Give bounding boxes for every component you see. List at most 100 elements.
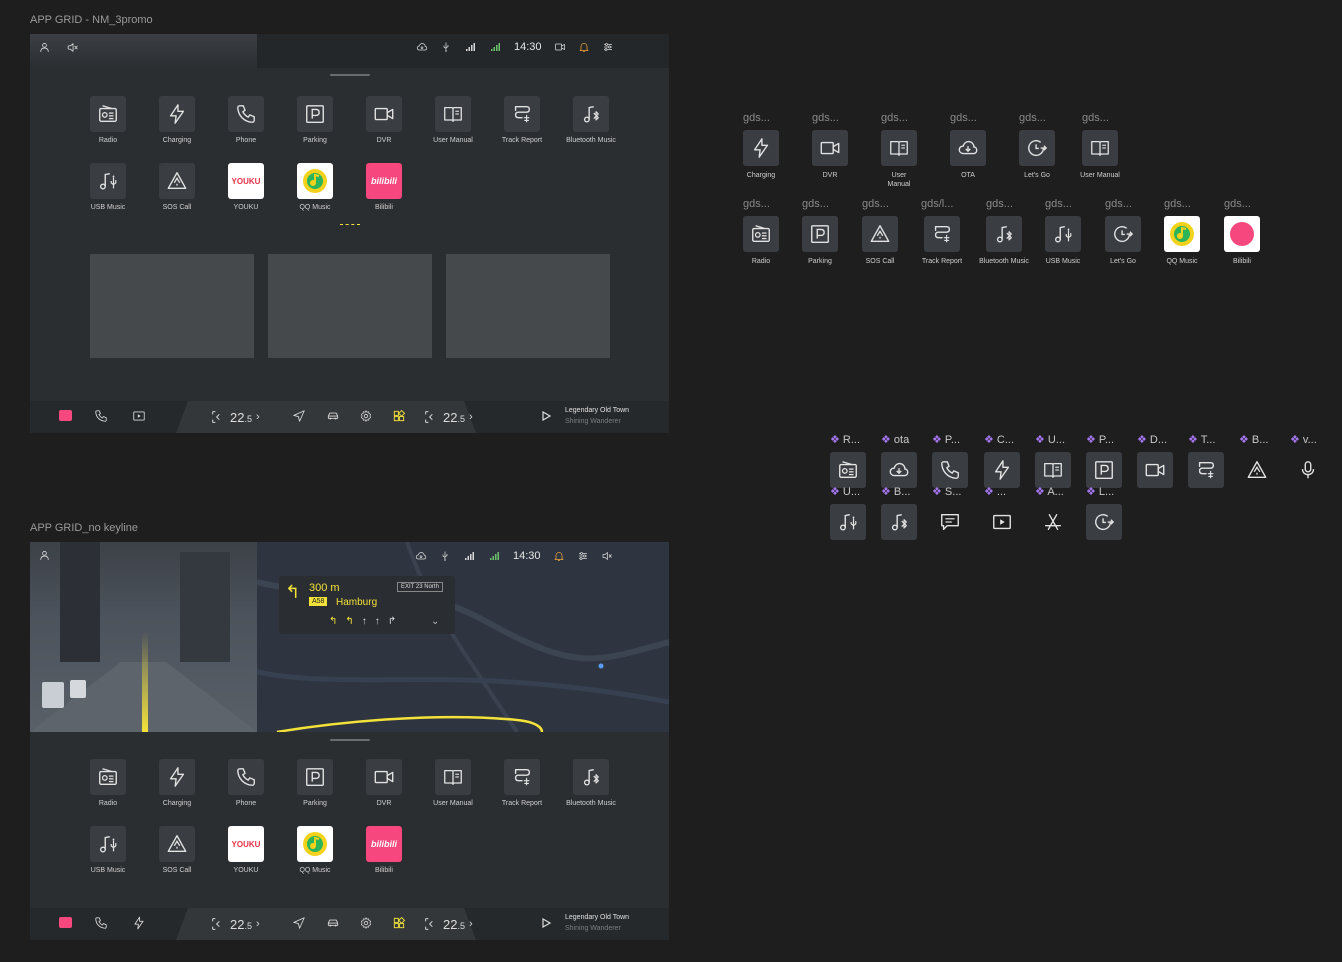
lib-app-bilibili[interactable]: Bilibili (1212, 216, 1272, 266)
lib-app-usb-music[interactable]: USB Music (1033, 216, 1093, 266)
cloud-download-icon[interactable] (881, 452, 917, 488)
notification-icon[interactable] (578, 41, 590, 53)
app-usb-music[interactable]: USB Music (78, 163, 138, 211)
drag-handle[interactable] (330, 739, 370, 741)
app-bilibili[interactable]: bilibili Bilibili (354, 826, 414, 874)
promo-card[interactable] (268, 254, 432, 358)
lib-app-user-manual[interactable]: User Manual (869, 130, 929, 189)
lib-app-charging[interactable]: Charging (731, 130, 791, 180)
promo-card[interactable] (446, 254, 610, 358)
app-track-report[interactable]: Track Report (492, 759, 552, 807)
app-dvr[interactable]: DVR (354, 96, 414, 144)
app-grid-icon[interactable] (392, 409, 406, 423)
app-user-manual[interactable]: User Manual (423, 759, 483, 807)
temp-right-control[interactable]: 22.5 › (423, 916, 473, 932)
video-icon[interactable] (1137, 452, 1173, 488)
app-parking[interactable]: Parking (285, 96, 345, 144)
app-track-report[interactable]: Track Report (492, 96, 552, 144)
phone-icon[interactable] (94, 409, 108, 423)
lib-app-sos-call[interactable]: SOS Call (850, 216, 910, 266)
app-label: Radio (751, 258, 771, 265)
lib-app-radio[interactable]: Radio (731, 216, 791, 266)
app-grid-icon[interactable] (392, 916, 406, 930)
app-store-icon[interactable] (1035, 504, 1071, 540)
book-icon[interactable] (1035, 452, 1071, 488)
settings-icon[interactable] (359, 409, 373, 423)
app-sos-call[interactable]: SOS Call (147, 163, 207, 211)
lib-app-user-manual[interactable]: User Manual (1070, 130, 1130, 180)
settings-sliders-icon[interactable] (602, 41, 614, 53)
lib-app-track-report[interactable]: Track Report (912, 216, 972, 266)
car-icon[interactable] (326, 916, 340, 930)
bilibili-mini-logo[interactable] (59, 917, 72, 928)
instance-label: gds... (862, 198, 889, 210)
settings-sliders-icon[interactable] (577, 550, 589, 562)
parking-icon[interactable] (1086, 452, 1122, 488)
volume-icon[interactable] (601, 550, 613, 562)
settings-icon[interactable] (359, 916, 373, 930)
mute-icon[interactable] (66, 41, 79, 54)
notification-icon[interactable] (553, 550, 565, 562)
app-dvr[interactable]: DVR (354, 759, 414, 807)
lib-app-lets-go[interactable]: Let's Go (1093, 216, 1153, 266)
app-youku[interactable]: YOUKU YOUKU (216, 826, 276, 874)
app-bluetooth-music[interactable]: Bluetooth Music (561, 759, 621, 807)
track-icon[interactable] (1188, 452, 1224, 488)
lib-app-bluetooth-music[interactable]: Bluetooth Music (974, 216, 1034, 266)
sos-icon[interactable] (1239, 452, 1275, 488)
temp-left-control[interactable]: 22.5 › (210, 409, 260, 425)
status-bar-left (30, 34, 257, 68)
app-phone[interactable]: Phone (216, 759, 276, 807)
bilibili-mini-logo[interactable] (59, 410, 72, 421)
play-icon[interactable] (541, 411, 551, 421)
profile-icon[interactable] (38, 549, 51, 562)
app-charging[interactable]: Charging (147, 96, 207, 144)
app-youku[interactable]: YOUKU YOUKU (216, 163, 276, 211)
lightning-icon[interactable] (984, 452, 1020, 488)
microphone-icon[interactable] (1290, 452, 1326, 488)
car-icon[interactable] (326, 409, 340, 423)
lib-app-ota[interactable]: OTA (938, 130, 998, 180)
temp-right-control[interactable]: 22.5 › (423, 409, 473, 425)
app-radio[interactable]: Radio (78, 96, 138, 144)
now-playing[interactable]: Legendary Old Town Shining Wanderer (565, 912, 629, 934)
app-sos-call[interactable]: SOS Call (147, 826, 207, 874)
turn-by-turn-card[interactable]: ↰ 300 m A58 Hamburg EXIT 23 North ↰ ↰ ↑ … (279, 576, 455, 634)
play-icon[interactable] (541, 918, 551, 928)
lightning-icon[interactable] (132, 916, 146, 930)
bt-music-icon[interactable] (881, 504, 917, 540)
lib-app-parking[interactable]: Parking (790, 216, 850, 266)
drag-handle[interactable] (330, 74, 370, 76)
app-radio[interactable]: Radio (78, 759, 138, 807)
temp-left-control[interactable]: 22.5 › (210, 916, 260, 932)
message-icon[interactable] (932, 504, 968, 540)
profile-icon[interactable] (38, 41, 51, 54)
component-label: ❖ T... (1188, 434, 1216, 446)
navigation-icon[interactable] (292, 916, 306, 930)
app-parking[interactable]: Parking (285, 759, 345, 807)
usb-music-icon[interactable] (830, 504, 866, 540)
navigation-icon[interactable] (292, 409, 306, 423)
lib-app-lets-go[interactable]: Let's Go (1007, 130, 1067, 180)
clock-arrow-icon[interactable] (1086, 504, 1122, 540)
app-user-manual[interactable]: User Manual (423, 96, 483, 144)
map-view[interactable]: 14:30 ↰ 300 m A58 Hamburg EXIT 23 North … (257, 542, 669, 732)
camera-icon[interactable] (554, 41, 566, 53)
radio-icon[interactable] (830, 452, 866, 488)
app-qq-music[interactable]: QQ Music (285, 163, 345, 211)
phone-icon[interactable] (932, 452, 968, 488)
lib-app-qq-music[interactable]: QQ Music (1152, 216, 1212, 266)
app-qq-music[interactable]: QQ Music (285, 826, 345, 874)
app-bluetooth-music[interactable]: Bluetooth Music (561, 96, 621, 144)
now-playing[interactable]: Legendary Old Town Shining Wanderer (565, 405, 629, 427)
app-charging[interactable]: Charging (147, 759, 207, 807)
promo-card[interactable] (90, 254, 254, 358)
app-phone[interactable]: Phone (216, 96, 276, 144)
phone-icon[interactable] (94, 916, 108, 930)
app-bilibili[interactable]: bilibili Bilibili (354, 163, 414, 211)
lib-app-dvr[interactable]: DVR (800, 130, 860, 180)
chevron-down-icon[interactable]: ⌄ (431, 616, 439, 627)
app-usb-music[interactable]: USB Music (78, 826, 138, 874)
media-icon[interactable] (132, 409, 146, 423)
play-icon[interactable] (984, 504, 1020, 540)
